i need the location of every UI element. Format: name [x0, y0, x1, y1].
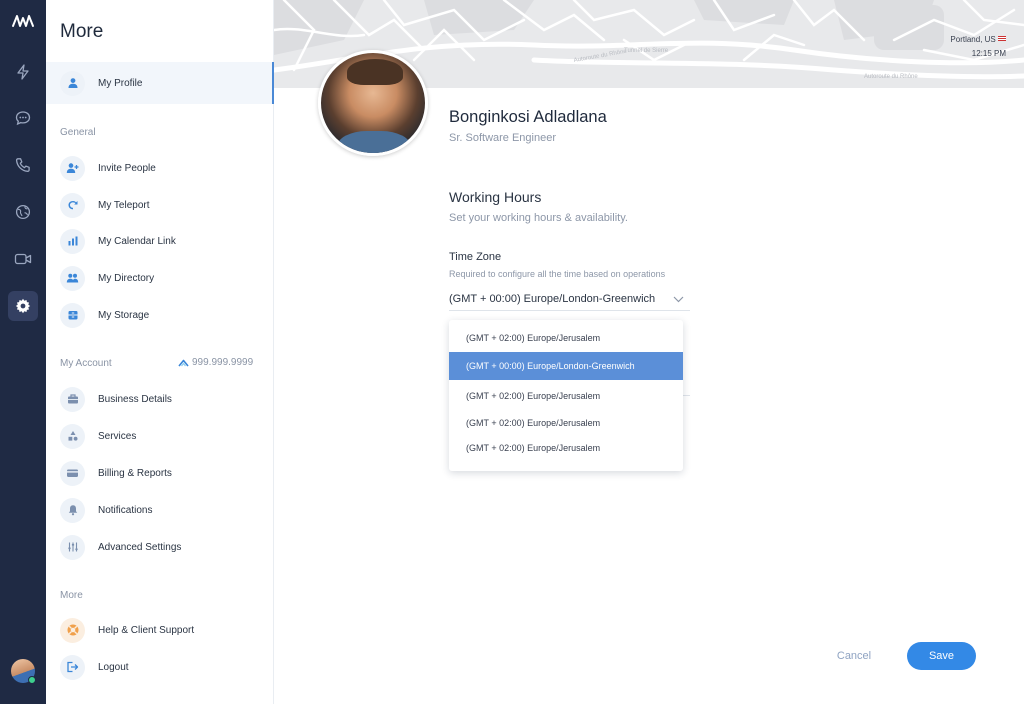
sliders-icon — [60, 534, 85, 560]
time-zone-label: Time Zone — [449, 251, 502, 263]
sidebar-item-invite-people[interactable]: Invite People — [60, 155, 260, 181]
section-heading-my-account: My Account — [60, 358, 112, 369]
save-button[interactable]: Save — [907, 642, 976, 670]
app-rail — [0, 0, 46, 704]
sidebar-item-label: My Calendar Link — [98, 235, 176, 247]
sidebar-item-label: Invite People — [98, 162, 156, 174]
chat-icon[interactable] — [8, 103, 38, 133]
section-heading-general: General — [60, 127, 96, 138]
card-icon — [60, 460, 85, 486]
sidebar-item-business-details[interactable]: Business Details — [60, 386, 260, 412]
time-zone-option-selected[interactable]: (GMT + 00:00) Europe/London-Greenwich — [449, 352, 683, 380]
account-phone: 999.999.9999 — [178, 357, 253, 368]
video-icon[interactable] — [8, 244, 38, 274]
profile-name: Bonginkosi Adladlana — [449, 108, 607, 126]
sidebar-item-label: Logout — [98, 661, 129, 673]
sidebar-item-services[interactable]: Services — [60, 423, 260, 449]
section-heading-more: More — [60, 590, 83, 601]
logo-mark-icon — [178, 359, 189, 367]
field-underline — [683, 395, 690, 396]
person-icon — [60, 70, 85, 96]
online-status-dot — [28, 676, 36, 684]
sidebar-item-label: My Teleport — [98, 199, 150, 211]
chevron-down-icon — [673, 290, 684, 308]
gear-icon[interactable] — [8, 291, 38, 321]
sidebar-item-label: Services — [98, 430, 137, 442]
sidebar-item-my-directory[interactable]: My Directory — [60, 265, 260, 291]
chart-icon — [60, 228, 85, 254]
time-zone-help: Required to configure all the time based… — [449, 269, 666, 279]
time-zone-option[interactable]: (GMT + 02:00) Europe/Jerusalem — [449, 409, 683, 437]
shapes-icon — [60, 423, 85, 449]
sidebar-item-my-profile[interactable]: My Profile — [60, 70, 260, 96]
sidebar-title: More — [60, 21, 104, 42]
profile-photo[interactable] — [318, 50, 428, 156]
lifebuoy-icon — [60, 617, 85, 643]
people-icon — [60, 265, 85, 291]
time-zone-select[interactable]: (GMT + 00:00) Europe/London-Greenwich — [449, 287, 690, 311]
working-hours-subtitle: Set your working hours & availability. — [449, 212, 628, 224]
logout-icon — [60, 654, 85, 680]
time-zone-dropdown: (GMT + 02:00) Europe/Jerusalem (GMT + 00… — [449, 320, 683, 471]
time-zone-option[interactable]: (GMT + 02:00) Europe/Jerusalem — [449, 382, 683, 410]
sidebar-item-my-calendar-link[interactable]: My Calendar Link — [60, 228, 260, 254]
phone-icon[interactable] — [8, 150, 38, 180]
svg-text:Autoroute du Rhône: Autoroute du Rhône — [864, 74, 918, 80]
sidebar-item-label: Help & Client Support — [98, 624, 195, 636]
sidebar-item-label: Notifications — [98, 504, 153, 516]
more-sidebar: More My Profile General Invite People My… — [46, 0, 274, 704]
sidebar-item-logout[interactable]: Logout — [60, 654, 260, 680]
time-zone-option[interactable]: (GMT + 02:00) Europe/Jerusalem — [449, 324, 683, 352]
sidebar-item-help-client-support[interactable]: Help & Client Support — [60, 617, 260, 643]
sidebar-item-label: My Storage — [98, 309, 150, 321]
sidebar-item-label: Advanced Settings — [98, 541, 182, 553]
profile-role: Sr. Software Engineer — [449, 132, 557, 144]
teleport-icon — [60, 192, 85, 218]
user-avatar[interactable] — [11, 659, 36, 684]
sidebar-item-label: Billing & Reports — [98, 467, 172, 479]
local-time-readout: Portland, US 12:15 PM — [950, 33, 1006, 61]
time-zone-option[interactable]: (GMT + 02:00) Europe/Jerusalem — [449, 434, 683, 462]
account-phone-number: 999.999.9999 — [192, 357, 254, 368]
sidebar-item-label: My Profile — [98, 77, 143, 89]
logo-icon[interactable] — [0, 10, 46, 32]
sidebar-item-notifications[interactable]: Notifications — [60, 497, 260, 523]
sidebar-item-label: Business Details — [98, 393, 172, 405]
person-add-icon — [60, 155, 85, 181]
sidebar-item-label: My Directory — [98, 272, 155, 284]
working-hours-title: Working Hours — [449, 189, 542, 205]
lightning-icon[interactable] — [8, 57, 38, 87]
storage-icon — [60, 302, 85, 328]
globe-icon[interactable] — [8, 197, 38, 227]
svg-text:Tunnel de Sierre: Tunnel de Sierre — [624, 48, 669, 54]
sidebar-item-my-storage[interactable]: My Storage — [60, 302, 260, 328]
time-zone-value: (GMT + 00:00) Europe/London-Greenwich — [449, 292, 656, 305]
bell-icon — [60, 497, 85, 523]
briefcase-icon — [60, 386, 85, 412]
us-flag-icon — [998, 36, 1006, 41]
sidebar-item-advanced-settings[interactable]: Advanced Settings — [60, 534, 260, 560]
profile-photo-hair — [347, 59, 403, 85]
time-text: 12:15 PM — [971, 49, 1006, 58]
cancel-button[interactable]: Cancel — [826, 645, 882, 667]
sidebar-item-billing-reports[interactable]: Billing & Reports — [60, 460, 260, 486]
location-text: Portland, US — [950, 35, 996, 44]
sidebar-item-my-teleport[interactable]: My Teleport — [60, 192, 260, 218]
profile-photo-shirt — [337, 131, 411, 153]
